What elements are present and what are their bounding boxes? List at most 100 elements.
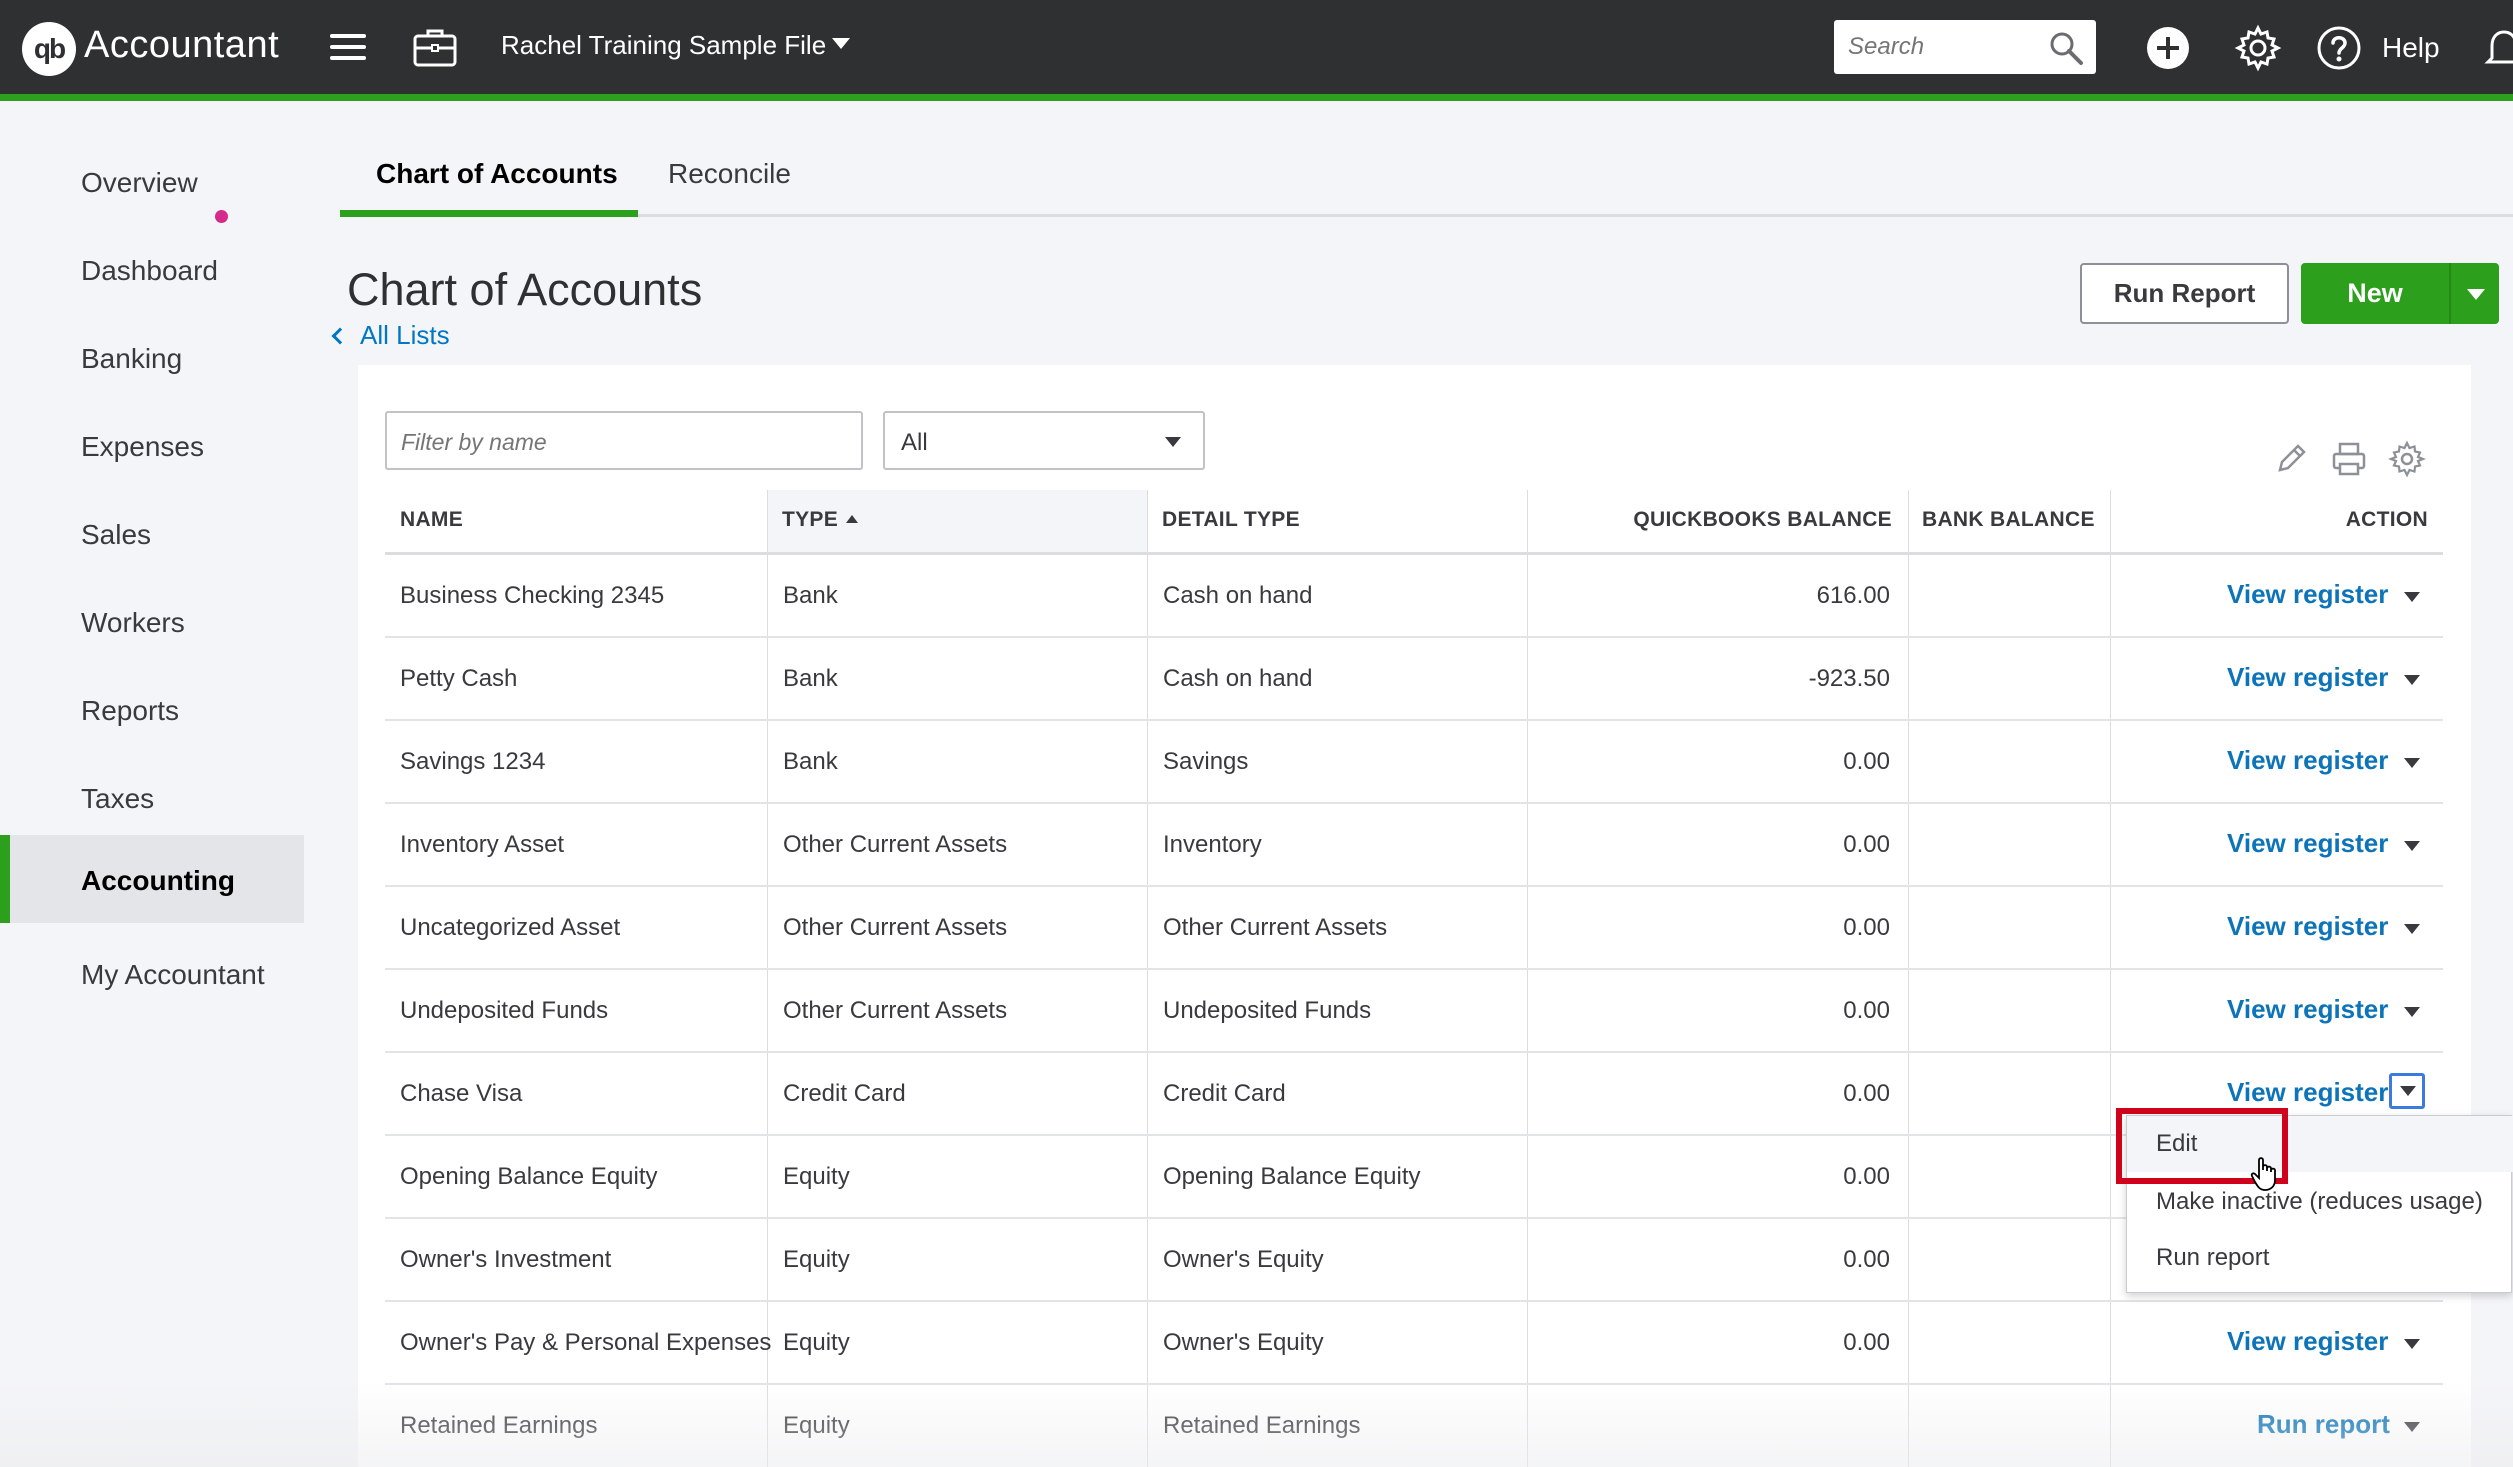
- sidebar-item-label: Reports: [81, 695, 180, 726]
- column-header-quickbooks-balance[interactable]: QUICKBOOKS BALANCE: [1530, 508, 1892, 532]
- sidebar-item-overview[interactable]: Overview: [0, 139, 304, 227]
- account-type: Other Current Assets: [783, 997, 1008, 1024]
- table-row[interactable]: Business Checking 2345 Bank Cash on hand…: [385, 555, 2443, 638]
- table-row[interactable]: Uncategorized Asset Other Current Assets…: [385, 887, 2443, 970]
- sidebar-item-label: Taxes: [81, 783, 155, 814]
- chevron-down-icon[interactable]: [832, 38, 850, 49]
- view-register-link[interactable]: View register: [2227, 994, 2388, 1025]
- sidebar-item-taxes[interactable]: Taxes: [0, 755, 304, 843]
- new-button[interactable]: New: [2301, 263, 2499, 324]
- sidebar-item-label: Workers: [81, 607, 185, 638]
- chevron-left-icon: [331, 327, 349, 345]
- company-switcher[interactable]: Rachel Training Sample File: [501, 30, 826, 61]
- view-register-link[interactable]: View register: [2227, 911, 2388, 942]
- new-button-label: New: [2347, 278, 2403, 308]
- column-header-detail-type[interactable]: DETAIL TYPE: [1162, 508, 1300, 532]
- chevron-down-icon: [2404, 1339, 2420, 1349]
- tab-reconcile[interactable]: Reconcile: [668, 158, 791, 190]
- row-action-dropdown[interactable]: [2393, 1326, 2429, 1362]
- run-report-button[interactable]: Run Report: [2080, 263, 2289, 324]
- quickbooks-balance: 0.00: [1843, 1246, 1890, 1273]
- sidebar-item-banking[interactable]: Banking: [0, 315, 304, 403]
- account-name: Owner's Investment: [400, 1246, 612, 1273]
- row-action-dropdown[interactable]: [2393, 828, 2429, 864]
- account-type: Other Current Assets: [783, 914, 1008, 941]
- chevron-down-icon: [2404, 1007, 2420, 1017]
- account-type: Credit Card: [783, 1080, 906, 1107]
- account-detail-type: Other Current Assets: [1163, 914, 1388, 941]
- all-lists-link[interactable]: All Lists: [330, 320, 450, 351]
- row-action-dropdown[interactable]: [2393, 911, 2429, 947]
- row-action-dropdown[interactable]: [2393, 662, 2429, 698]
- view-register-link[interactable]: View register: [2227, 662, 2388, 693]
- column-header-type-label: TYPE: [782, 508, 839, 531]
- account-name: Uncategorized Asset: [400, 914, 621, 941]
- sidebar-item-workers[interactable]: Workers: [0, 579, 304, 667]
- row-action-dropdown-open[interactable]: [2389, 1073, 2425, 1109]
- menu-icon[interactable]: [330, 32, 366, 62]
- filter-by-name-input[interactable]: [401, 425, 841, 459]
- table-row[interactable]: Undeposited Funds Other Current Assets U…: [385, 970, 2443, 1053]
- top-bar: qb Accountant Rachel Training Sample Fil…: [0, 0, 2513, 94]
- search-input[interactable]: [1848, 30, 2038, 64]
- account-detail-type: Cash on hand: [1163, 665, 1313, 692]
- plus-circle-icon[interactable]: [2144, 24, 2192, 72]
- account-type: Equity: [783, 1412, 850, 1439]
- active-tab-indicator: [340, 210, 638, 217]
- account-name: Petty Cash: [400, 665, 518, 692]
- sidebar-item-reports[interactable]: Reports: [0, 667, 304, 755]
- column-header-name[interactable]: NAME: [400, 508, 463, 532]
- filter-by-name-field[interactable]: [385, 411, 863, 470]
- gear-icon[interactable]: [2234, 24, 2282, 72]
- table-row[interactable]: Petty Cash Bank Cash on hand -923.50 Vie…: [385, 638, 2443, 721]
- view-register-link[interactable]: View register: [2227, 1326, 2388, 1357]
- account-type: Equity: [783, 1329, 850, 1356]
- account-name: Inventory Asset: [400, 831, 565, 858]
- view-register-link[interactable]: View register: [2227, 828, 2388, 859]
- sidebar-item-dashboard[interactable]: Dashboard: [0, 227, 304, 315]
- account-detail-type: Undeposited Funds: [1163, 997, 1372, 1024]
- row-action-dropdown[interactable]: [2393, 994, 2429, 1030]
- column-header-bank-balance[interactable]: BANK BALANCE: [1922, 508, 2095, 532]
- help-circle-icon[interactable]: [2315, 24, 2363, 72]
- table-row[interactable]: Retained Earnings Equity Retained Earnin…: [385, 1385, 2443, 1467]
- chevron-down-icon[interactable]: [2467, 289, 2485, 300]
- type-filter-select[interactable]: All: [883, 411, 1205, 470]
- sidebar-item-label: My Accountant: [81, 959, 265, 990]
- run-report-link[interactable]: Run report: [2257, 1409, 2390, 1440]
- account-detail-type: Opening Balance Equity: [1163, 1163, 1421, 1190]
- search-box[interactable]: [1834, 20, 2096, 74]
- bell-icon[interactable]: [2484, 24, 2513, 72]
- print-icon[interactable]: [2330, 440, 2368, 478]
- table-row[interactable]: Savings 1234 Bank Savings 0.00 View regi…: [385, 721, 2443, 804]
- help-link[interactable]: Help: [2382, 32, 2440, 64]
- hand-cursor-icon: [2250, 1157, 2276, 1191]
- sidebar-item-accounting[interactable]: Accounting: [0, 835, 304, 923]
- tab-chart-of-accounts[interactable]: Chart of Accounts: [376, 158, 618, 190]
- settings-gear-icon[interactable]: [2388, 440, 2426, 478]
- row-action-dropdown[interactable]: [2393, 1409, 2429, 1445]
- sidebar-item-my-accountant[interactable]: My Accountant: [0, 931, 304, 1019]
- search-icon[interactable]: [2048, 30, 2084, 66]
- quickbooks-balance: 0.00: [1843, 831, 1890, 858]
- sidebar-item-expenses[interactable]: Expenses: [0, 403, 304, 491]
- row-action-dropdown[interactable]: [2393, 745, 2429, 781]
- view-register-link[interactable]: View register: [2227, 1077, 2388, 1108]
- row-action-dropdown[interactable]: [2393, 579, 2429, 615]
- account-detail-type: Cash on hand: [1163, 582, 1313, 609]
- account-type: Equity: [783, 1246, 850, 1273]
- table-row[interactable]: Inventory Asset Other Current Assets Inv…: [385, 804, 2443, 887]
- column-header-type[interactable]: TYPE: [782, 508, 859, 532]
- sidebar-item-sales[interactable]: Sales: [0, 491, 304, 579]
- briefcase-icon[interactable]: [412, 26, 458, 68]
- menu-item-run-report[interactable]: Run report: [2127, 1230, 2513, 1286]
- all-lists-label: All Lists: [360, 320, 450, 350]
- quickbooks-logo-icon[interactable]: qb: [22, 22, 76, 76]
- account-type: Bank: [783, 665, 838, 692]
- view-register-link[interactable]: View register: [2227, 745, 2388, 776]
- edit-pencil-icon[interactable]: [2272, 440, 2310, 478]
- account-type: Bank: [783, 748, 838, 775]
- table-row[interactable]: Owner's Pay & Personal Expenses Equity O…: [385, 1302, 2443, 1385]
- sidebar-item-label: Dashboard: [81, 255, 218, 286]
- view-register-link[interactable]: View register: [2227, 579, 2388, 610]
